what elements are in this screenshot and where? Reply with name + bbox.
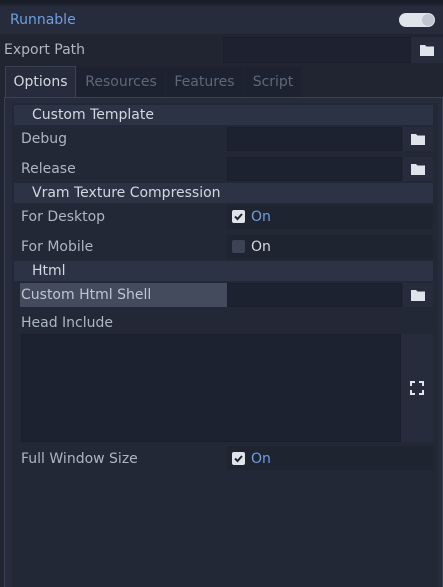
tab-options-label: Options [13,74,68,90]
export-path-field[interactable] [223,37,411,63]
runnable-label: Runnable [10,12,76,28]
for-desktop-value: On [251,209,271,225]
for-mobile-label: For Mobile [21,239,94,255]
head-include-textarea[interactable] [21,334,401,442]
debug-label: Debug [21,131,68,147]
section-html[interactable]: Html [14,261,433,281]
custom-html-shell-label: Custom Html Shell [21,287,152,303]
tab-script-label: Script [252,74,294,90]
full-window-size-checkbox[interactable] [232,452,245,465]
for-mobile-checkbox[interactable] [232,240,245,253]
for-desktop-label: For Desktop [21,209,106,225]
toggle-knob [422,14,434,26]
checkmark-icon [234,455,243,463]
head-include-expand-button[interactable] [401,334,433,442]
release-browse-button[interactable] [403,157,433,181]
section-vram-texture-compression[interactable]: Vram Texture Compression [14,183,433,203]
release-label: Release [21,161,76,177]
tab-resources[interactable]: Resources [77,67,165,97]
section-custom-template-label: Custom Template [32,107,154,123]
release-template-field[interactable] [227,157,402,181]
tab-features[interactable]: Features [166,67,243,97]
folder-icon [411,290,425,301]
for-desktop-checkbox[interactable] [232,210,245,223]
folder-icon [420,45,434,56]
folder-icon [411,164,425,175]
tab-features-label: Features [174,74,235,90]
tab-options[interactable]: Options [5,66,76,98]
custom-html-shell-field[interactable] [227,283,402,307]
for-mobile-value: On [251,239,271,255]
section-vram-label: Vram Texture Compression [32,185,221,201]
tab-script[interactable]: Script [244,67,302,97]
full-window-size-label: Full Window Size [21,451,138,467]
custom-html-shell-browse-button[interactable] [403,283,433,307]
export-path-browse-button[interactable] [411,37,443,63]
runnable-toggle[interactable] [399,13,435,27]
section-html-label: Html [32,263,66,279]
checkmark-icon [234,213,243,221]
head-include-label: Head Include [21,315,114,331]
debug-browse-button[interactable] [403,127,433,151]
folder-icon [411,134,425,145]
section-custom-template[interactable]: Custom Template [14,105,433,125]
expand-icon [410,381,424,395]
export-path-label: Export Path [4,42,86,58]
tab-resources-label: Resources [85,74,157,90]
top-border [0,0,443,4]
debug-template-field[interactable] [227,127,402,151]
full-window-size-value: On [251,451,271,467]
